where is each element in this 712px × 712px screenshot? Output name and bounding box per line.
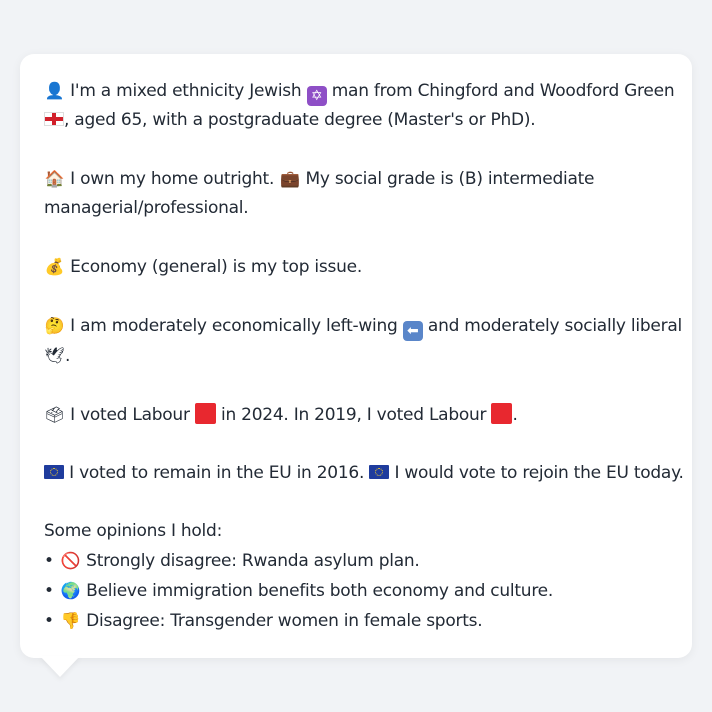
money-icon: 💰: [44, 257, 65, 276]
vote-text-c: .: [512, 405, 518, 425]
person-icon: 👤: [44, 81, 65, 100]
vote-text-a: I voted Labour: [70, 405, 190, 425]
opinions-heading: Some opinions I hold:: [44, 521, 223, 541]
opinion-text: Disagree: Transgender women in female sp…: [86, 611, 483, 631]
prohibited-icon: 🚫: [60, 551, 81, 570]
identity-text-a: I'm a mixed ethnicity Jewish: [70, 81, 302, 101]
briefcase-icon: 💼: [279, 169, 300, 188]
identity-line-1: 👤 I'm a mixed ethnicity Jewish ✡ man fro…: [44, 76, 675, 106]
eu-text-a: I voted to remain in the EU in 2016.: [69, 463, 365, 483]
house-icon: 🏠: [44, 169, 65, 188]
identity-line-2: , aged 65, with a postgraduate degree (M…: [44, 106, 672, 135]
eu-text-b: I would vote to rejoin the EU today.: [394, 463, 684, 483]
opinion-item: • 🌍 Believe immigration benefits both eco…: [44, 576, 672, 606]
eu-flag-icon: [369, 465, 390, 479]
opinion-text: Strongly disagree: Rwanda asylum plan.: [86, 551, 420, 571]
ideology-line-2: 🕊.: [44, 341, 672, 371]
red-square-icon: [491, 403, 513, 424]
eu-line: I voted to remain in the EU in 2016. I w…: [44, 459, 684, 488]
ideology-line-1: 🤔 I am moderately economically left-wing…: [44, 311, 682, 341]
vote-paragraph: 🗳 I voted Labour in 2024. In 2019, I vot…: [44, 400, 672, 430]
bullet: •: [44, 581, 54, 601]
identity-text-c: , aged 65, with a postgraduate degree (M…: [64, 110, 536, 130]
dove-icon: 🕊: [44, 346, 65, 365]
page: 👤 I'm a mixed ethnicity Jewish ✡ man fro…: [0, 0, 712, 712]
message-bubble: 👤 I'm a mixed ethnicity Jewish ✡ man fro…: [20, 54, 692, 658]
england-flag-icon: [44, 112, 64, 126]
red-square-icon: [194, 403, 216, 424]
opinion-item: • 👎 Disagree: Transgender women in female…: [44, 606, 672, 636]
ideology-text-c: .: [65, 346, 71, 366]
vote-text-b: in 2024. In 2019, I voted Labour: [221, 405, 487, 425]
ideology-text-b: and moderately socially liberal: [427, 316, 682, 336]
thinking-face-icon: 🤔: [44, 316, 65, 335]
star-of-david-icon: ✡: [306, 86, 327, 106]
eu-flag-icon: [44, 465, 64, 479]
issue-text: Economy (general) is my top issue.: [70, 257, 362, 277]
home-text-b: My social grade is (B) intermediate: [305, 169, 595, 189]
identity-text-b: man from Chingford and Woodford Green: [331, 81, 675, 101]
home-line-2: managerial/professional.: [44, 198, 249, 218]
issue-line: 💰 Economy (general) is my top issue.: [44, 252, 672, 282]
left-arrow-icon: ⬅: [402, 321, 423, 341]
vote-line: 🗳 I voted Labour in 2024. In 2019, I vot…: [44, 400, 672, 430]
globe-icon: 🌍: [60, 581, 81, 600]
eu-paragraph: I voted to remain in the EU in 2016. I w…: [44, 459, 684, 488]
issue-paragraph: 💰 Economy (general) is my top issue.: [44, 252, 672, 282]
thumbs-down-icon: 👎: [60, 611, 81, 630]
bubble-tail: [40, 656, 80, 677]
opinion-text: Believe immigration benefits both econom…: [86, 581, 554, 601]
identity-paragraph: 👤 I'm a mixed ethnicity Jewish ✡ man fro…: [44, 76, 675, 135]
ballot-box-icon: 🗳: [44, 405, 65, 424]
bullet: •: [44, 611, 54, 631]
opinion-item: • 🚫 Strongly disagree: Rwanda asylum plan…: [44, 546, 672, 576]
home-text-a: I own my home outright.: [70, 169, 275, 189]
ideology-text-a: I am moderately economically left-wing: [70, 316, 398, 336]
opinions-section: Some opinions I hold: • 🚫 Strongly disagr…: [44, 517, 672, 636]
home-line-1: 🏠 I own my home outright. 💼 My social gr…: [44, 164, 672, 194]
ideology-paragraph: 🤔 I am moderately economically left-wing…: [44, 311, 682, 371]
bullet: •: [44, 551, 54, 571]
home-paragraph: 🏠 I own my home outright. 💼 My social gr…: [44, 164, 672, 223]
